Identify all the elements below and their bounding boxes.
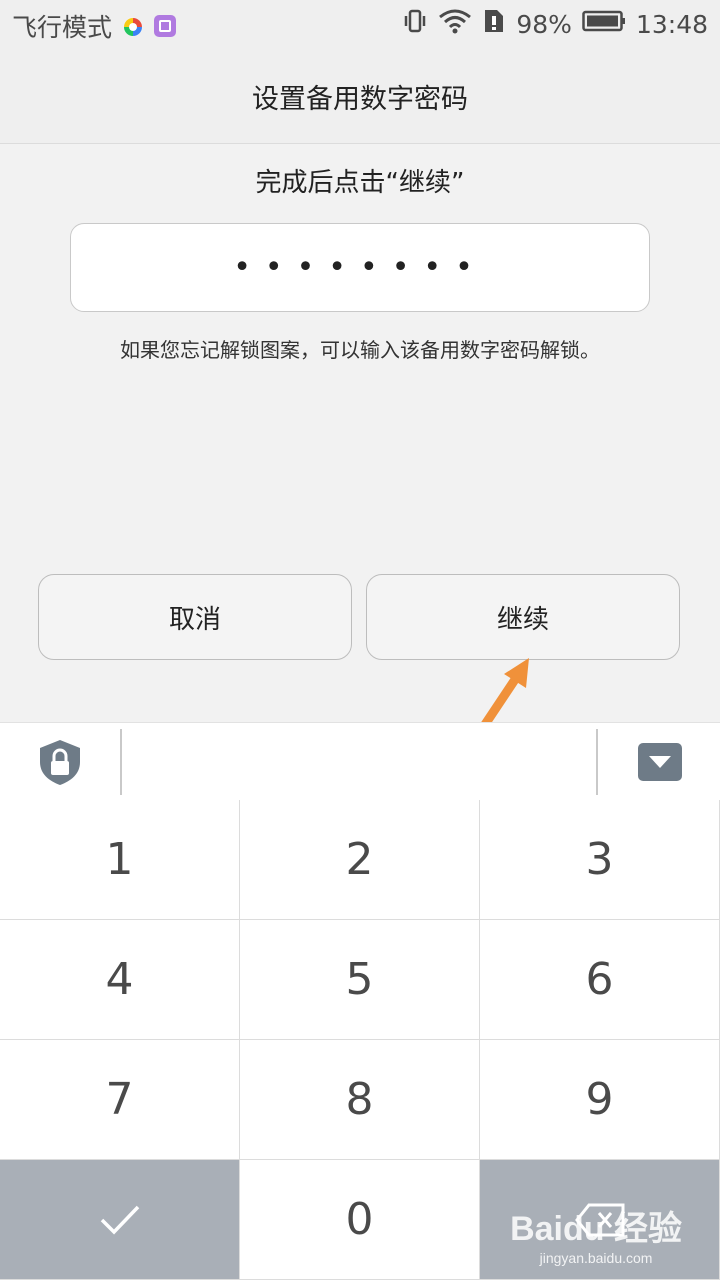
- toolbar-divider: [120, 729, 122, 795]
- collapse-keyboard-icon[interactable]: [638, 743, 682, 781]
- airplane-mode-label: 飞行模式: [12, 13, 113, 42]
- battery-icon: [582, 9, 626, 39]
- instruction-text: 完成后点击“继续”: [255, 168, 465, 198]
- toolbar-divider: [596, 729, 598, 795]
- key-0[interactable]: 0: [240, 1160, 480, 1280]
- key-9[interactable]: 9: [480, 1040, 720, 1160]
- continue-button[interactable]: 继续: [366, 574, 680, 660]
- gallery-icon: [154, 15, 177, 37]
- status-right: 98% 13:48: [402, 8, 708, 40]
- status-left: 飞行模式: [12, 8, 177, 44]
- watermark-logo: Baidu 经验: [510, 1210, 682, 1248]
- clock: 13:48: [635, 9, 708, 39]
- page-title: 设置备用数字密码: [252, 84, 468, 115]
- hint-text: 如果您忘记解锁图案，可以输入该备用数字密码解锁。: [120, 338, 600, 362]
- watermark: Baidu 经验 jingyan.baidu.com: [510, 1201, 682, 1266]
- cancel-button[interactable]: 取消: [38, 574, 352, 660]
- confirm-key[interactable]: [0, 1160, 240, 1280]
- key-4[interactable]: 4: [0, 920, 240, 1040]
- key-7[interactable]: 7: [0, 1040, 240, 1160]
- key-2[interactable]: 2: [240, 800, 480, 920]
- status-bar: 飞行模式 98% 13:48: [0, 0, 720, 50]
- wifi-icon: [438, 8, 472, 40]
- arrow-annotation-icon: [479, 658, 529, 731]
- title-bar: 设置备用数字密码: [0, 50, 720, 144]
- checkmark-icon: [100, 1205, 139, 1235]
- key-8[interactable]: 8: [240, 1040, 480, 1160]
- keyboard-toolbar: [0, 722, 720, 802]
- app-icon-green: [122, 15, 144, 37]
- battery-percent: 98%: [516, 9, 572, 39]
- watermark-url: jingyan.baidu.com: [539, 1250, 653, 1266]
- vibrate-icon: [402, 8, 428, 40]
- secure-keyboard-shield-icon: [40, 740, 80, 785]
- key-3[interactable]: 3: [480, 800, 720, 920]
- pin-input[interactable]: ••••••••: [70, 223, 650, 312]
- key-6[interactable]: 6: [480, 920, 720, 1040]
- key-1[interactable]: 1: [0, 800, 240, 920]
- sim-warning-icon: [482, 8, 506, 40]
- key-5[interactable]: 5: [240, 920, 480, 1040]
